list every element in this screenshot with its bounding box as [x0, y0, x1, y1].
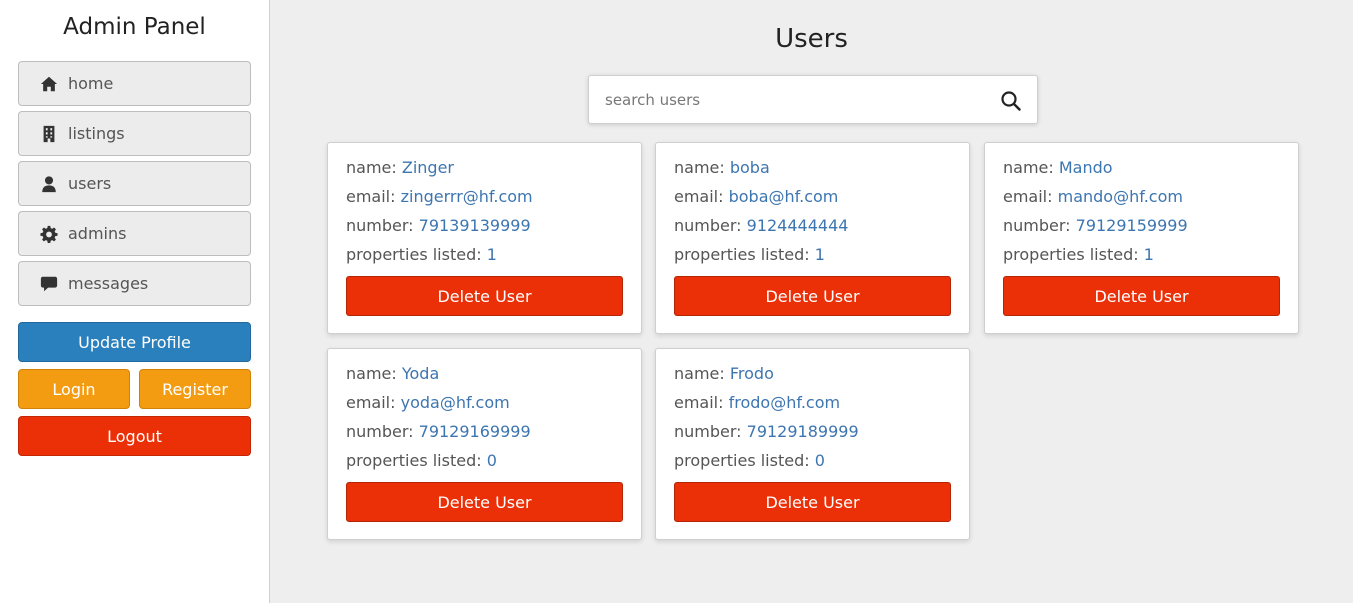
search-input[interactable]	[589, 76, 989, 123]
properties-label: properties listed:	[1003, 245, 1144, 264]
user-number-row: number: 9124444444	[674, 216, 848, 235]
register-button[interactable]: Register	[139, 369, 251, 409]
sidebar-item-label: messages	[68, 274, 149, 293]
email-label: email:	[346, 393, 401, 412]
user-number-row: number: 79129169999	[346, 422, 531, 441]
properties-label: properties listed:	[674, 245, 815, 264]
user-name: Yoda	[401, 364, 440, 383]
user-properties: 1	[814, 245, 825, 264]
email-label: email:	[674, 187, 729, 206]
user-name: Zinger	[401, 158, 454, 177]
user-email-row: email: yoda@hf.com	[346, 393, 510, 412]
user-email: zingerrr@hf.com	[400, 187, 533, 206]
user-email: mando@hf.com	[1057, 187, 1183, 206]
delete-user-button[interactable]: Delete User	[346, 276, 623, 316]
sidebar-nav: home listings users admins messages	[18, 61, 251, 311]
sidebar-item-home[interactable]: home	[18, 61, 251, 106]
properties-label: properties listed:	[346, 451, 487, 470]
name-label: name:	[1003, 158, 1059, 177]
user-number-row: number: 79129189999	[674, 422, 859, 441]
user-number: 9124444444	[746, 216, 849, 235]
user-properties: 0	[814, 451, 825, 470]
properties-label: properties listed:	[674, 451, 815, 470]
user-email-row: email: mando@hf.com	[1003, 187, 1183, 206]
sidebar-item-users[interactable]: users	[18, 161, 251, 206]
name-label: name:	[346, 158, 402, 177]
user-card: name: Yoda email: yoda@hf.com number: 79…	[327, 348, 642, 540]
email-label: email:	[346, 187, 401, 206]
delete-user-button[interactable]: Delete User	[346, 482, 623, 522]
sidebar-item-label: users	[68, 174, 112, 193]
user-name-row: name: Frodo	[674, 364, 774, 383]
name-label: name:	[674, 158, 730, 177]
properties-label: properties listed:	[346, 245, 487, 264]
user-email-row: email: frodo@hf.com	[674, 393, 840, 412]
home-icon	[39, 75, 59, 93]
number-label: number:	[346, 422, 419, 441]
user-name: boba	[729, 158, 770, 177]
building-icon	[39, 125, 59, 143]
delete-user-button[interactable]: Delete User	[674, 276, 951, 316]
user-email: yoda@hf.com	[400, 393, 510, 412]
user-properties: 1	[486, 245, 497, 264]
page-title: Users	[775, 24, 848, 54]
user-number-row: number: 79139139999	[346, 216, 531, 235]
search-icon[interactable]	[1000, 90, 1022, 112]
user-properties-row: properties listed: 1	[674, 245, 825, 264]
user-name-row: name: boba	[674, 158, 770, 177]
sidebar-item-label: listings	[68, 124, 125, 143]
name-label: name:	[346, 364, 402, 383]
sidebar-title: Admin Panel	[63, 14, 206, 40]
user-name: Mando	[1058, 158, 1113, 177]
user-name-row: name: Mando	[1003, 158, 1113, 177]
user-number-row: number: 79129159999	[1003, 216, 1188, 235]
delete-user-button[interactable]: Delete User	[1003, 276, 1280, 316]
user-number: 79129189999	[746, 422, 859, 441]
user-properties-row: properties listed: 0	[346, 451, 497, 470]
user-card: name: Mando email: mando@hf.com number: …	[984, 142, 1299, 334]
login-button[interactable]: Login	[18, 369, 130, 409]
user-number: 79129159999	[1075, 216, 1188, 235]
user-properties-row: properties listed: 1	[346, 245, 497, 264]
user-email: frodo@hf.com	[728, 393, 841, 412]
user-email: boba@hf.com	[728, 187, 839, 206]
user-properties: 0	[486, 451, 497, 470]
user-properties-row: properties listed: 1	[1003, 245, 1154, 264]
user-email-row: email: boba@hf.com	[674, 187, 838, 206]
user-card: name: boba email: boba@hf.com number: 91…	[655, 142, 970, 334]
user-name-row: name: Zinger	[346, 158, 454, 177]
sidebar-item-label: home	[68, 74, 114, 93]
sidebar-item-admins[interactable]: admins	[18, 211, 251, 256]
delete-user-button[interactable]: Delete User	[674, 482, 951, 522]
user-card: name: Zinger email: zingerrr@hf.com numb…	[327, 142, 642, 334]
user-properties-row: properties listed: 0	[674, 451, 825, 470]
sidebar-item-messages[interactable]: messages	[18, 261, 251, 306]
comment-icon	[39, 275, 59, 293]
user-number: 79129169999	[418, 422, 531, 441]
user-email-row: email: zingerrr@hf.com	[346, 187, 533, 206]
number-label: number:	[1003, 216, 1076, 235]
number-label: number:	[674, 422, 747, 441]
user-number: 79139139999	[418, 216, 531, 235]
user-name-row: name: Yoda	[346, 364, 439, 383]
name-label: name:	[674, 364, 730, 383]
sidebar-item-listings[interactable]: listings	[18, 111, 251, 156]
logout-button[interactable]: Logout	[18, 416, 251, 456]
sidebar-item-label: admins	[68, 224, 127, 243]
gear-icon	[39, 225, 59, 243]
user-card: name: Frodo email: frodo@hf.com number: …	[655, 348, 970, 540]
user-properties: 1	[1143, 245, 1154, 264]
number-label: number:	[346, 216, 419, 235]
email-label: email:	[1003, 187, 1058, 206]
sidebar: Admin Panel home listings users admins m…	[0, 0, 270, 603]
update-profile-button[interactable]: Update Profile	[18, 322, 251, 362]
search-box	[588, 75, 1038, 124]
user-name: Frodo	[729, 364, 774, 383]
email-label: email:	[674, 393, 729, 412]
user-icon	[39, 175, 59, 193]
number-label: number:	[674, 216, 747, 235]
